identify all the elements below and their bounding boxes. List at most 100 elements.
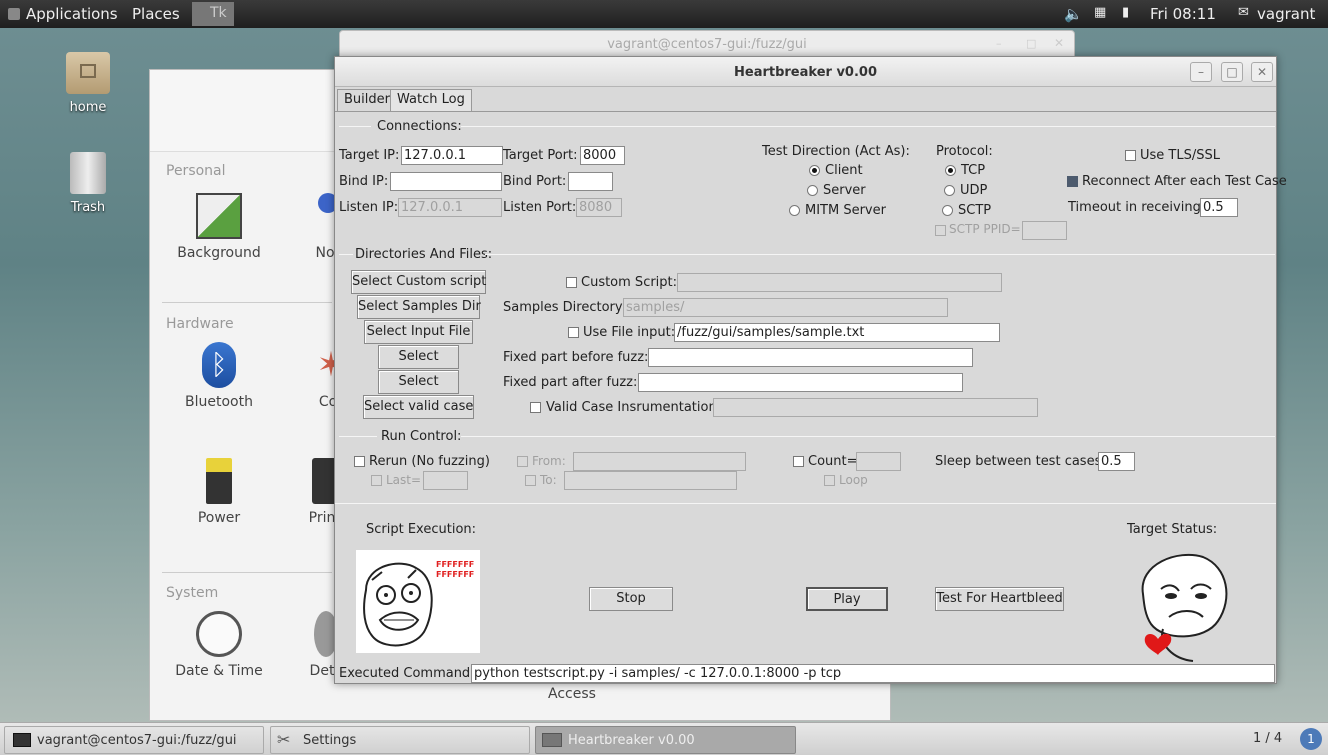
- reconnect-checkbox[interactable]: [1067, 176, 1078, 187]
- last-checkbox[interactable]: [371, 475, 382, 486]
- notification-badge[interactable]: 1: [1300, 728, 1322, 750]
- maximize-icon[interactable]: □: [1026, 37, 1036, 50]
- select-samples-dir-button[interactable]: Select Samples Dir: [357, 295, 481, 319]
- from-checkbox[interactable]: [517, 456, 528, 467]
- custom-script-input[interactable]: [677, 273, 1002, 292]
- background-icon: [196, 193, 242, 239]
- desktop-home-label: home: [69, 100, 107, 115]
- maximize-button[interactable]: □: [1221, 62, 1243, 82]
- settings-date-time[interactable]: Date & Time: [159, 611, 279, 679]
- bind-port-input[interactable]: [568, 172, 613, 191]
- radio-mitm-server[interactable]: [789, 205, 800, 216]
- minimize-button[interactable]: –: [1190, 62, 1212, 82]
- target-status-label: Target Status:: [1127, 522, 1218, 537]
- stop-button[interactable]: Stop: [589, 587, 673, 611]
- user-icon: ✉: [1238, 5, 1249, 20]
- play-button[interactable]: Play: [806, 587, 888, 611]
- tk-window-indicator[interactable]: Tk: [192, 2, 234, 26]
- task-heartbreaker-label: Heartbreaker v0.00: [568, 733, 695, 748]
- samples-dir-input[interactable]: samples/: [623, 298, 948, 317]
- select-input-file-button[interactable]: Select Input File: [364, 320, 473, 344]
- task-terminal[interactable]: vagrant@centos7-gui:/fuzz/gui: [4, 726, 264, 754]
- fixed-after-input[interactable]: [638, 373, 963, 392]
- radio-tcp[interactable]: [945, 165, 956, 176]
- sctp-ppid-input[interactable]: [1022, 221, 1067, 240]
- task-heartbreaker[interactable]: Heartbreaker v0.00: [535, 726, 796, 754]
- last-input[interactable]: [423, 471, 468, 490]
- heartbreaker-window[interactable]: Heartbreaker v0.00 – □ ✕ Builder Watch L…: [334, 56, 1287, 684]
- applications-menu[interactable]: Applications: [8, 5, 118, 23]
- from-input[interactable]: [573, 452, 746, 471]
- sctp-ppid-checkbox[interactable]: [935, 225, 946, 236]
- sleep-input[interactable]: 0.5: [1098, 452, 1135, 471]
- settings-icon: ✂: [277, 730, 291, 749]
- divider: [162, 302, 332, 303]
- loop-checkbox[interactable]: [824, 475, 835, 486]
- count-checkbox[interactable]: [793, 456, 804, 467]
- minimize-icon[interactable]: –: [996, 37, 1002, 50]
- direction-label: Test Direction (Act As):: [762, 144, 910, 159]
- custom-script-checkbox[interactable]: [566, 277, 577, 288]
- tab-builder[interactable]: Builder: [337, 89, 397, 111]
- settings-background-label: Background: [177, 245, 261, 261]
- use-tls-checkbox[interactable]: [1125, 150, 1136, 161]
- select-before-button[interactable]: Select: [378, 345, 459, 369]
- desktop-trash[interactable]: Trash: [48, 152, 128, 215]
- workspace-indicator[interactable]: 1 / 4: [1253, 731, 1282, 746]
- select-valid-case-button[interactable]: Select valid case: [363, 395, 474, 419]
- listen-ip-input[interactable]: 127.0.0.1: [398, 198, 502, 217]
- script-execution-label: Script Execution:: [366, 522, 477, 537]
- test-heartbleed-button[interactable]: Test For Heartbleed: [935, 587, 1064, 611]
- sctp-ppid-label: SCTP PPID=: [949, 222, 1021, 236]
- settings-universal-access[interactable]: Access: [512, 686, 632, 702]
- separator: [339, 254, 353, 255]
- task-settings[interactable]: ✂ Settings: [270, 726, 530, 754]
- places-menu[interactable]: Places: [132, 5, 180, 23]
- radio-udp[interactable]: [944, 185, 955, 196]
- custom-script-label: Custom Script:: [581, 275, 678, 290]
- rerun-checkbox[interactable]: [354, 456, 365, 467]
- volume-icon[interactable]: 🔈: [1064, 5, 1083, 23]
- user-menu[interactable]: vagrant: [1257, 5, 1315, 23]
- valid-case-label: Valid Case Insrumentation:: [546, 400, 722, 415]
- battery-icon[interactable]: ▮: [1122, 5, 1129, 20]
- desktop-home[interactable]: home: [48, 52, 128, 115]
- listen-port-input[interactable]: 8080: [576, 198, 622, 217]
- valid-case-input[interactable]: [713, 398, 1038, 417]
- executed-command-input[interactable]: python testscript.py -i samples/ -c 127.…: [471, 664, 1275, 683]
- radio-udp-label: UDP: [960, 183, 988, 198]
- rage-text: FFFFFFF FFFFFFF: [436, 560, 475, 579]
- close-icon[interactable]: ✕: [1054, 36, 1064, 50]
- settings-power[interactable]: Power: [159, 458, 279, 526]
- count-label: Count=: [808, 454, 858, 469]
- power-icon: [206, 458, 232, 504]
- target-ip-input[interactable]: 127.0.0.1: [401, 146, 503, 165]
- files-heading: Directories And Files:: [355, 247, 493, 262]
- radio-client[interactable]: [809, 165, 820, 176]
- settings-background[interactable]: Background: [159, 193, 279, 261]
- timeout-input[interactable]: 0.5: [1200, 198, 1238, 217]
- radio-server[interactable]: [807, 185, 818, 196]
- target-port-input[interactable]: 8000: [580, 146, 625, 165]
- settings-bluetooth[interactable]: ᛒ Bluetooth: [159, 342, 279, 410]
- valid-case-checkbox[interactable]: [530, 402, 541, 413]
- radio-sctp-label: SCTP: [958, 203, 992, 218]
- fixed-before-input[interactable]: [648, 348, 973, 367]
- count-input[interactable]: [856, 452, 901, 471]
- applications-icon: [8, 8, 20, 20]
- to-input[interactable]: [564, 471, 737, 490]
- bluetooth-icon: ᛒ: [202, 342, 236, 388]
- trash-icon: [70, 152, 106, 194]
- clock[interactable]: Fri 08:11: [1150, 5, 1216, 23]
- network-icon[interactable]: ▦: [1094, 5, 1106, 20]
- tab-watch-log[interactable]: Watch Log: [390, 89, 472, 111]
- file-input-path[interactable]: /fuzz/gui/samples/sample.txt: [674, 323, 1000, 342]
- select-custom-script-button[interactable]: Select Custom script: [351, 270, 486, 294]
- radio-sctp[interactable]: [942, 205, 953, 216]
- bind-ip-input[interactable]: [390, 172, 502, 191]
- to-checkbox[interactable]: [525, 475, 536, 486]
- divider: [162, 572, 332, 573]
- select-after-button[interactable]: Select: [378, 370, 459, 394]
- close-button[interactable]: ✕: [1251, 62, 1273, 82]
- use-file-input-checkbox[interactable]: [568, 327, 579, 338]
